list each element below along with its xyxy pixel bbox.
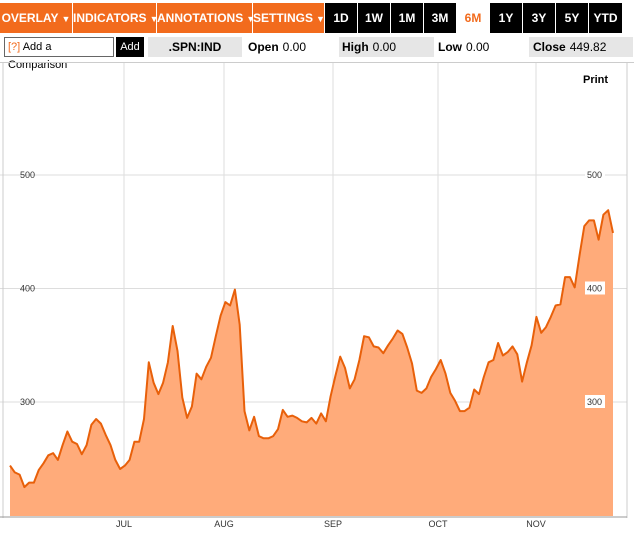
y-tick-label-right: 400 (587, 284, 602, 294)
x-tick-label: NOV (526, 519, 546, 529)
x-tick-label: SEP (324, 519, 342, 529)
y-tick-label-left: 400 (20, 284, 35, 294)
y-tick-label-right: 300 (587, 397, 602, 407)
y-tick-label-left: 300 (20, 397, 35, 407)
y-tick-label-left: 500 (20, 170, 35, 180)
x-tick-label: OCT (429, 519, 449, 529)
price-chart: 500 500 400 400 300 300 JUL AUG SEP OCT NOV (0, 63, 628, 529)
x-tick-label: AUG (214, 519, 234, 529)
y-tick-label-right: 500 (587, 170, 602, 180)
x-tick-label: JUL (116, 519, 132, 529)
price-area (10, 210, 613, 516)
